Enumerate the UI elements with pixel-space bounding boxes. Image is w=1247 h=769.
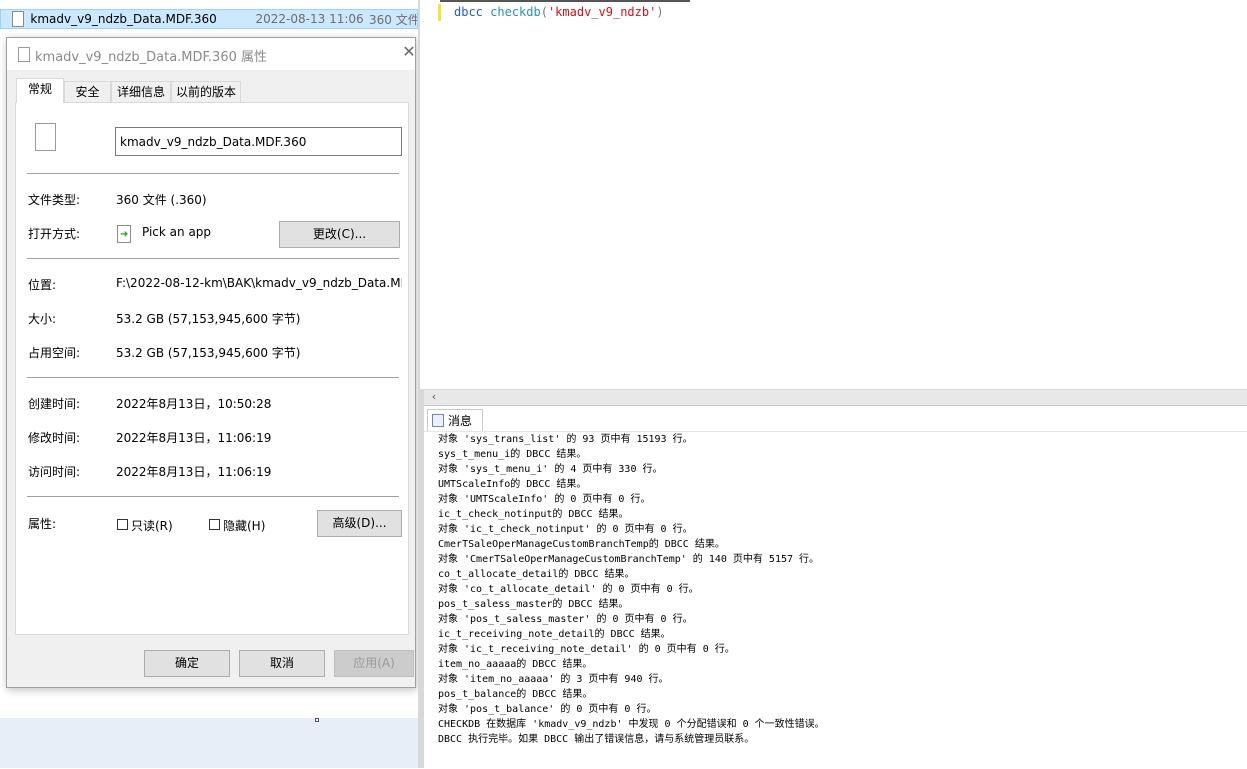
attributes-label: 属性:	[28, 517, 57, 531]
size-on-disk-value: 53.2 GB (57,153,945,600 字节)	[116, 346, 301, 360]
dialog-title: kmadv_v9_ndzb_Data.MDF.360 属性	[35, 50, 268, 65]
message-line: ic_t_receiving_note_detail的 DBCC 结果。	[438, 629, 671, 640]
change-button[interactable]: 更改(C)...	[279, 221, 400, 248]
document-icon	[18, 47, 30, 62]
hidden-label[interactable]: 隐藏(H)	[223, 517, 265, 534]
message-line: 对象 'co_t_allocate_detail' 的 0 页中有 0 行。	[438, 584, 699, 595]
message-line: CHECKDB 在数据库 'kmadv_v9_ndzb' 中发现 0 个分配错误…	[438, 719, 825, 730]
message-line: 对象 'ic_t_check_notinput' 的 0 页中有 0 行。	[438, 524, 693, 535]
accessed-value: 2022年8月13日，11:06:19	[116, 465, 272, 479]
size-value: 53.2 GB (57,153,945,600 字节)	[116, 312, 301, 326]
divider	[27, 173, 399, 174]
apply-button[interactable]: 应用(A)	[334, 650, 414, 677]
properties-dialog: kmadv_v9_ndzb_Data.MDF.360 属性 ✕ 常规 安全 详细…	[6, 37, 416, 688]
scroll-left-icon[interactable]: ‹	[428, 389, 440, 404]
message-line: 对象 'ic_t_receiving_note_detail' 的 0 页中有 …	[438, 644, 735, 655]
tab-messages-label: 消息	[448, 414, 473, 428]
filename-input[interactable]	[115, 127, 402, 156]
cancel-button[interactable]: 取消	[239, 650, 325, 677]
query-editor[interactable]	[420, 0, 1247, 389]
message-line: 对象 'UMTScaleInfo' 的 0 页中有 0 行。	[438, 494, 651, 505]
close-icon[interactable]: ✕	[401, 44, 417, 60]
query-line[interactable]: dbcc checkdb('kmadv_v9_ndzb')	[454, 5, 664, 19]
modified-value: 2022年8月13日，11:06:19	[116, 431, 272, 445]
modified-label: 修改时间:	[28, 431, 81, 445]
resize-handle[interactable]	[315, 718, 319, 722]
open-with-label: 打开方式:	[28, 227, 81, 241]
editor-tab-strip	[440, 0, 690, 2]
code-token: (	[540, 5, 548, 19]
tab-general[interactable]: 常规	[16, 78, 64, 103]
file-date: 2022-08-13 11:06	[255, 12, 364, 26]
file-type-value: 360 文件 (.360)	[116, 193, 207, 207]
size-label: 大小:	[28, 312, 57, 326]
size-on-disk-label: 占用空间:	[28, 346, 81, 360]
general-tab-panel	[15, 102, 409, 635]
divider	[27, 496, 399, 497]
messages-icon	[432, 414, 444, 427]
readonly-checkbox[interactable]	[117, 519, 128, 530]
file-large-icon	[35, 123, 56, 151]
hidden-checkbox[interactable]	[209, 519, 220, 530]
explorer-file-row[interactable]: kmadv_v9_ndzb_Data.MDF.360 2022-08-13 11…	[0, 9, 418, 29]
advanced-button[interactable]: 高级(D)...	[317, 510, 402, 537]
results-tabbar	[424, 405, 1247, 432]
message-line: CmerTSaleOperManageCustomBranchTemp的 DBC…	[438, 539, 725, 550]
file-name: kmadv_v9_ndzb_Data.MDF.360	[30, 12, 217, 26]
message-line: ic_t_check_notinput的 DBCC 结果。	[438, 509, 629, 520]
message-line: 对象 'CmerTSaleOperManageCustomBranchTemp'…	[438, 554, 820, 565]
horizontal-scrollbar[interactable]	[424, 389, 1247, 405]
tab-previous-versions[interactable]: 以前的版本	[171, 81, 241, 102]
message-line: 对象 'sys_trans_list' 的 93 页中有 15193 行。	[438, 434, 693, 445]
accessed-label: 访问时间:	[28, 465, 81, 479]
tab-security[interactable]: 安全	[64, 81, 111, 102]
message-line: pos_t_balance的 DBCC 结果。	[438, 689, 593, 700]
messages-list: 对象 'sys_trans_list' 的 93 页中有 15193 行。 sys…	[438, 432, 1243, 747]
message-line: 对象 'sys_t_menu_i' 的 4 页中有 330 行。	[438, 464, 663, 475]
message-line: 对象 'item_no_aaaaa' 的 3 页中有 940 行。	[438, 674, 669, 685]
code-token: dbcc	[454, 5, 483, 19]
message-line: 对象 'pos_t_balance' 的 0 页中有 0 行。	[438, 704, 657, 715]
file-type-label: 文件类型:	[28, 193, 81, 207]
tab-messages[interactable]: 消息	[427, 409, 483, 431]
explorer-bottom-area	[0, 718, 420, 768]
message-line: pos_t_saless_master的 DBCC 结果。	[438, 599, 629, 610]
change-marker	[438, 4, 441, 21]
tab-details[interactable]: 详细信息	[111, 81, 171, 102]
created-label: 创建时间:	[28, 397, 81, 411]
code-token: )	[656, 5, 664, 19]
app-picker-icon: ➜	[117, 225, 131, 243]
message-line: item_no_aaaaa的 DBCC 结果。	[438, 659, 593, 670]
file-icon	[12, 11, 25, 27]
location-label: 位置:	[28, 278, 57, 292]
message-line: DBCC 执行完毕。如果 DBCC 输出了错误信息，请与系统管理员联系。	[438, 734, 755, 745]
message-line: sys_t_menu_i的 DBCC 结果。	[438, 449, 587, 460]
message-line: co_t_allocate_detail的 DBCC 结果。	[438, 569, 635, 580]
divider	[27, 377, 399, 378]
message-line: UMTScaleInfo的 DBCC 结果。	[438, 479, 587, 490]
location-value: F:\2022-08-12-km\BAK\kmadv_v9_ndzb_Data.…	[116, 276, 402, 290]
code-token: 'kmadv_v9_ndzb'	[547, 5, 657, 19]
ok-button[interactable]: 确定	[144, 650, 230, 677]
file-type: 360 文件	[369, 12, 417, 27]
message-line: 对象 'pos_t_saless_master' 的 0 页中有 0 行。	[438, 614, 693, 625]
divider	[27, 258, 399, 259]
readonly-label[interactable]: 只读(R)	[131, 517, 173, 534]
open-with-value: Pick an app	[142, 225, 212, 239]
code-token: checkdb	[490, 5, 541, 19]
created-value: 2022年8月13日，10:50:28	[116, 397, 272, 411]
